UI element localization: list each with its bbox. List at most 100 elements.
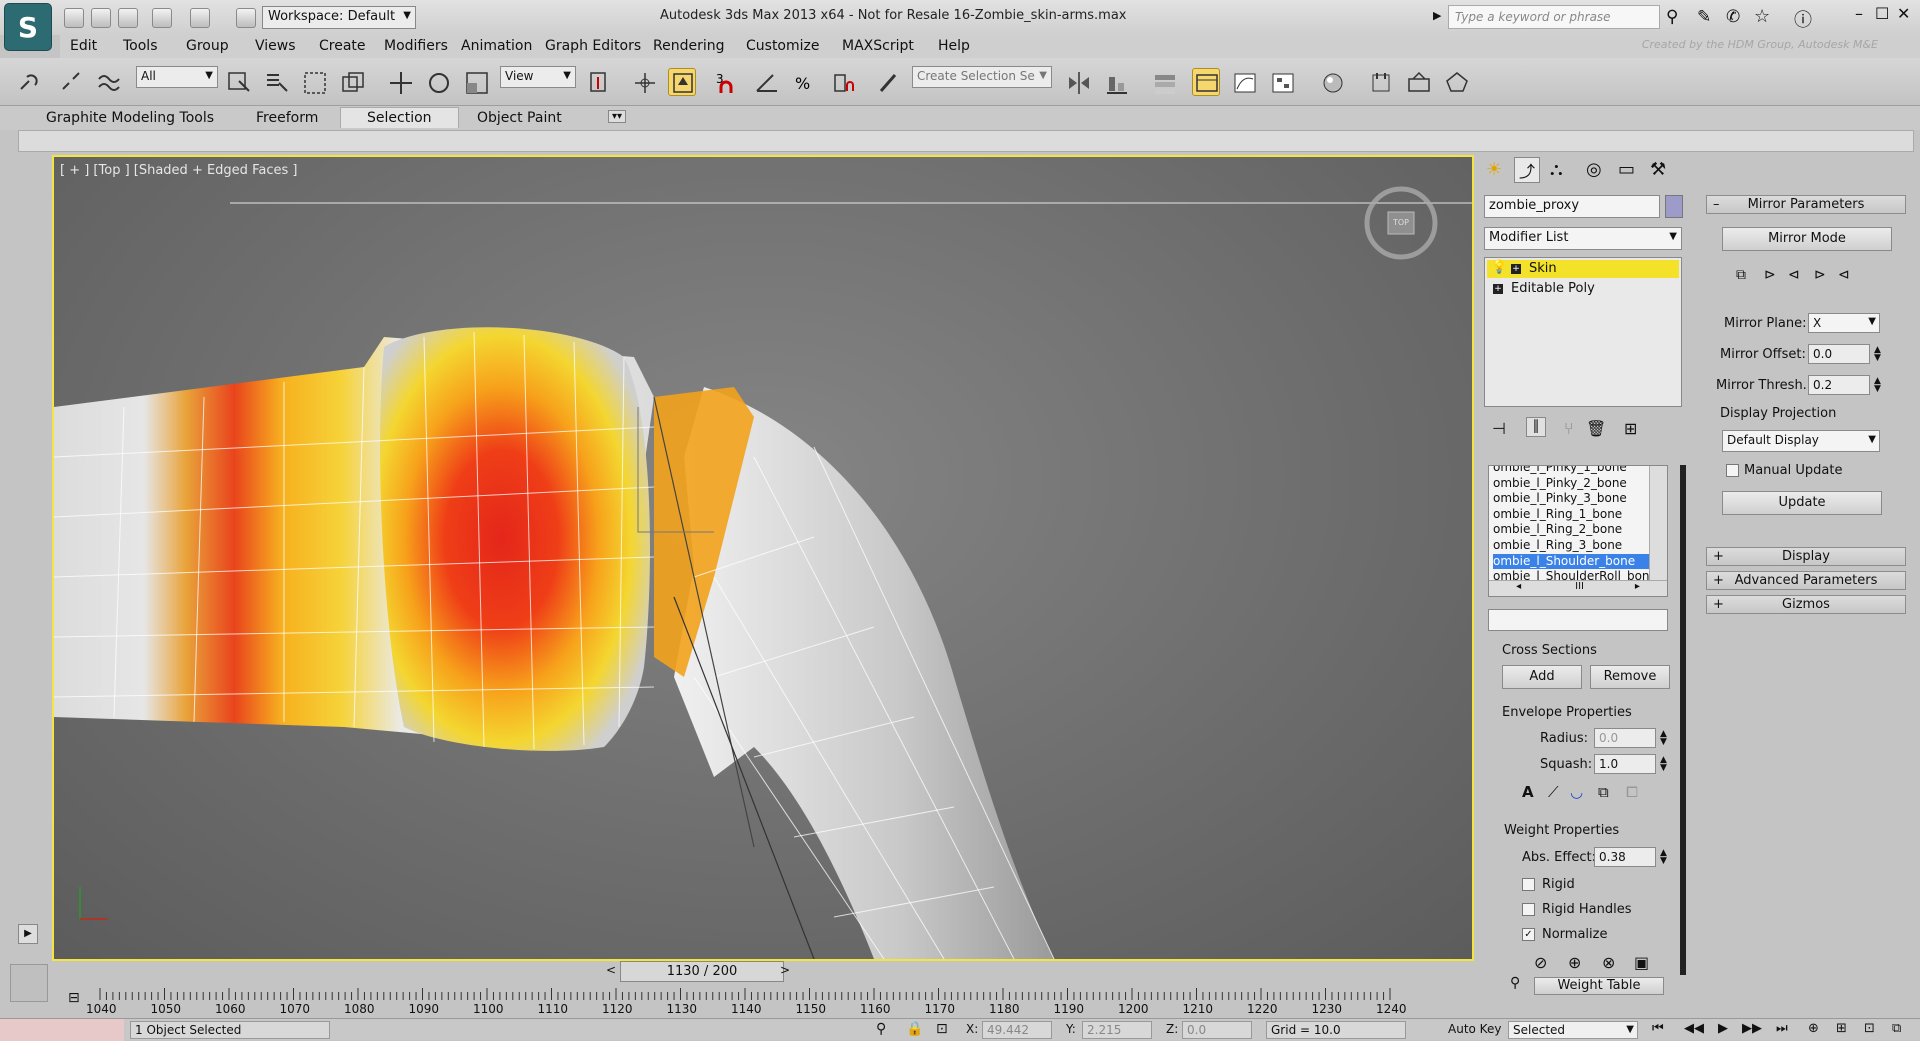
abs-effect-field[interactable]: 0.38 bbox=[1594, 847, 1656, 867]
modify-panel-icon[interactable]: ⤴ bbox=[1514, 157, 1540, 183]
auto-key-button[interactable]: Auto Key bbox=[1448, 1022, 1501, 1036]
ribbon-options-icon[interactable]: ▾▾ bbox=[608, 110, 627, 123]
zoom-icon[interactable]: ⊕ bbox=[1808, 1021, 1819, 1036]
z-coord-field[interactable]: 0.0 bbox=[1182, 1021, 1252, 1039]
menu-maxscript[interactable]: MAXScript bbox=[842, 38, 914, 54]
include-verts-icon[interactable]: ⊕ bbox=[1568, 953, 1581, 972]
copy-envelope-icon[interactable]: ⧉ bbox=[1598, 783, 1609, 801]
redo-icon[interactable] bbox=[190, 8, 210, 28]
bone-list-item[interactable]: ombie_l_Pinky_3_bone bbox=[1493, 491, 1657, 507]
bone-list-item[interactable]: ombie_l_Pinky_2_bone bbox=[1493, 476, 1657, 492]
workspace-dropdown[interactable]: Workspace: Default ▼ bbox=[262, 6, 416, 29]
mirror-offset-field[interactable]: 0.0 bbox=[1808, 344, 1870, 364]
lightbulb-icon[interactable]: 💡 bbox=[1491, 260, 1507, 275]
zoom-extents-icon[interactable]: ⊡ bbox=[1864, 1021, 1875, 1036]
track-bar[interactable]: ⊟ 1040 1050 1060 1070 1080 1090 1100 111… bbox=[60, 984, 1474, 1018]
manual-update-checkbox[interactable] bbox=[1726, 464, 1739, 477]
menu-customize[interactable]: Customize bbox=[746, 38, 820, 54]
absolute-relative-icon[interactable]: A bbox=[1522, 783, 1534, 801]
select-by-name-icon[interactable] bbox=[262, 68, 290, 96]
bake-weights-icon[interactable]: ▣ bbox=[1634, 953, 1649, 972]
gizmos-rollout[interactable]: + Gizmos bbox=[1706, 595, 1906, 614]
select-object-icon[interactable] bbox=[224, 68, 252, 96]
mirror-mode-button[interactable]: Mirror Mode bbox=[1722, 227, 1892, 251]
next-frame-icon[interactable]: > bbox=[780, 963, 790, 977]
bone-list[interactable]: ombie_l_Pinky_1_bone ombie_l_Pinky_2_bon… bbox=[1488, 465, 1668, 597]
maximize-icon[interactable]: ☐ bbox=[1875, 4, 1889, 23]
project-folder-icon[interactable] bbox=[236, 8, 256, 28]
menu-graph-editors[interactable]: Graph Editors bbox=[545, 38, 641, 54]
make-unique-icon[interactable]: ⑂ bbox=[1564, 419, 1574, 438]
rigid-checkbox[interactable] bbox=[1522, 878, 1535, 891]
communication-icon[interactable]: ✆ bbox=[1726, 7, 1740, 27]
keyword-search-input[interactable]: Type a keyword or phrase bbox=[1448, 5, 1660, 29]
hierarchy-panel-icon[interactable]: ⛬ bbox=[1550, 159, 1563, 180]
modifier-list-dropdown[interactable]: Modifier List ▼ bbox=[1484, 227, 1682, 250]
show-end-result-icon[interactable]: ∥ bbox=[1526, 417, 1546, 437]
display-rollout[interactable]: + Display bbox=[1706, 547, 1906, 566]
window-crossing-icon[interactable] bbox=[338, 68, 366, 96]
undo-icon[interactable] bbox=[152, 8, 172, 28]
normalize-checkbox[interactable]: ✓ bbox=[1522, 928, 1535, 941]
bone-list-item[interactable]: ombie_l_Ring_1_bone bbox=[1493, 507, 1657, 523]
select-and-scale-icon[interactable] bbox=[462, 68, 490, 96]
menu-group[interactable]: Group bbox=[186, 38, 229, 54]
bone-filter-field[interactable] bbox=[1488, 609, 1668, 631]
tab-graphite-modeling-tools[interactable]: Graphite Modeling Tools bbox=[46, 110, 214, 126]
isolate-selection-icon[interactable]: ⚲ bbox=[876, 1021, 886, 1037]
bind-to-space-warp-icon[interactable] bbox=[94, 68, 122, 96]
menu-create[interactable]: Create bbox=[319, 38, 366, 54]
rectangular-selection-icon[interactable] bbox=[300, 68, 328, 96]
weight-tool-icon[interactable]: ⚲ bbox=[1510, 975, 1520, 991]
go-to-end-icon[interactable]: ⏭ bbox=[1776, 1021, 1788, 1036]
mirror-plane-dropdown[interactable]: X ▼ bbox=[1808, 313, 1880, 333]
angle-snap-icon[interactable] bbox=[752, 68, 780, 96]
remove-modifier-icon[interactable]: 🗑 bbox=[1586, 419, 1606, 438]
minimize-icon[interactable]: – bbox=[1855, 4, 1863, 23]
render-setup-icon[interactable] bbox=[1366, 68, 1394, 96]
menu-modifiers[interactable]: Modifiers bbox=[384, 38, 448, 54]
squash-spinner-icon[interactable]: ▲ ▼ bbox=[1660, 756, 1667, 773]
next-key-icon[interactable]: ▶▶ bbox=[1742, 1021, 1762, 1036]
help-icon[interactable]: ⓘ bbox=[1794, 6, 1812, 32]
exclude-verts-icon[interactable]: ⊘ bbox=[1534, 953, 1547, 972]
squash-field[interactable]: 1.0 bbox=[1594, 754, 1656, 774]
command-panel-scrollbar[interactable] bbox=[1680, 465, 1686, 975]
tab-selection[interactable]: Selection bbox=[340, 107, 459, 128]
named-selection-sets-dropdown[interactable]: Create Selection Se ▼ bbox=[912, 66, 1052, 88]
previous-key-icon[interactable]: ◀◀ bbox=[1684, 1021, 1704, 1036]
update-button[interactable]: Update bbox=[1722, 491, 1882, 515]
schematic-view-icon[interactable] bbox=[1268, 68, 1296, 96]
configure-modifier-sets-icon[interactable]: ⊞ bbox=[1624, 419, 1637, 438]
rigid-handles-checkbox[interactable] bbox=[1522, 903, 1535, 916]
object-name-field[interactable]: zombie_proxy bbox=[1484, 195, 1660, 218]
mirror-parameters-rollout[interactable]: – Mirror Parameters bbox=[1706, 195, 1906, 214]
maxscript-listener-box[interactable] bbox=[0, 1019, 124, 1041]
close-icon[interactable]: ✕ bbox=[1897, 4, 1910, 23]
select-and-link-icon[interactable] bbox=[14, 68, 42, 96]
menu-views[interactable]: Views bbox=[255, 38, 296, 54]
radius-spinner-icon[interactable]: ▲ ▼ bbox=[1660, 730, 1667, 747]
select-and-move-icon[interactable] bbox=[386, 68, 414, 96]
viewport-top[interactable]: [ + ] [Top ] [Shaded + Edged Faces ] TOP bbox=[52, 155, 1474, 961]
envelope-visible-icon[interactable]: ⟋ bbox=[1548, 783, 1559, 801]
prev-frame-icon[interactable]: < bbox=[606, 963, 616, 977]
viewport-label[interactable]: [ + ] [Top ] [Shaded + Edged Faces ] bbox=[60, 163, 297, 178]
play-icon[interactable]: ▶ bbox=[1718, 1021, 1728, 1036]
selection-lock-icon[interactable]: 🔒 bbox=[906, 1021, 923, 1037]
mirror-offset-spinner-icon[interactable]: ▲ ▼ bbox=[1874, 346, 1881, 363]
menu-help[interactable]: Help bbox=[938, 38, 970, 54]
abs-effect-spinner-icon[interactable]: ▲ ▼ bbox=[1660, 849, 1667, 866]
new-file-icon[interactable] bbox=[64, 8, 84, 28]
open-file-icon[interactable] bbox=[91, 8, 111, 28]
subscription-icon[interactable]: ✎ bbox=[1697, 7, 1711, 27]
edit-named-selection-icon[interactable] bbox=[874, 68, 902, 96]
paste-blue-to-green-verts-icon[interactable]: ⊲ bbox=[1838, 267, 1850, 283]
pin-stack-icon[interactable]: ⊣ bbox=[1492, 419, 1506, 438]
bone-list-vscrollbar[interactable] bbox=[1649, 466, 1667, 580]
align-icon[interactable] bbox=[1102, 68, 1130, 96]
graphite-ribbon-toggle-icon[interactable] bbox=[1192, 68, 1220, 96]
curve-editor-icon[interactable] bbox=[1230, 68, 1258, 96]
maximize-viewport-icon[interactable]: ⧉ bbox=[1892, 1021, 1901, 1036]
create-panel-sun-icon[interactable]: ☀ bbox=[1486, 159, 1502, 180]
